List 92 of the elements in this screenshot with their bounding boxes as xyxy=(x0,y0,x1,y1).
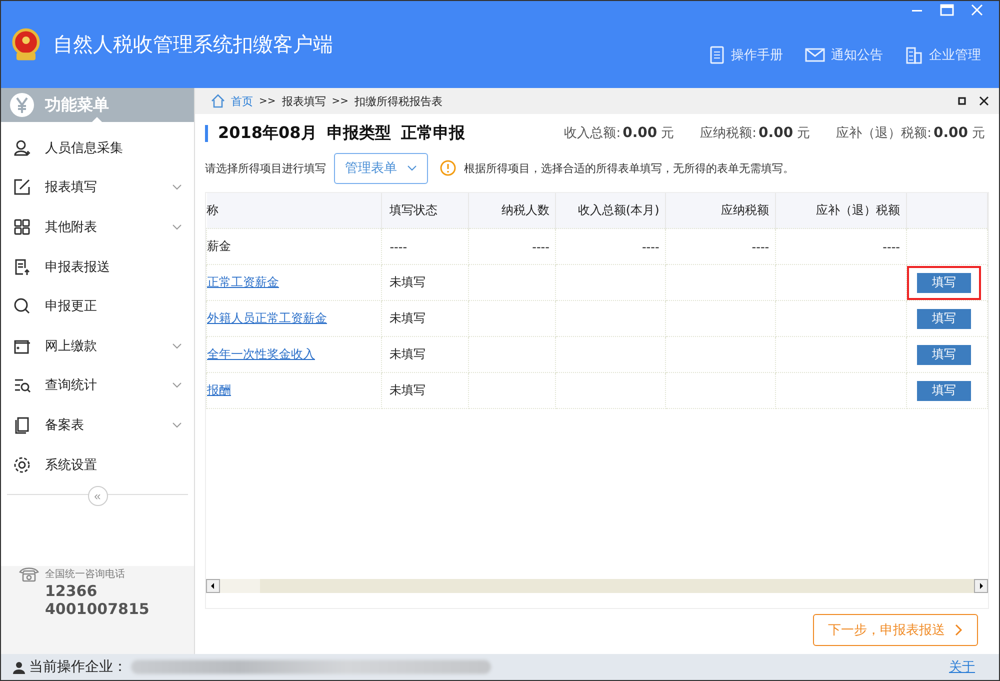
table-cell: 未填写 xyxy=(390,311,426,325)
maximize-icon[interactable] xyxy=(939,3,955,17)
user-icon xyxy=(13,660,25,674)
scroll-thumb[interactable] xyxy=(220,579,260,593)
column-header: 收入总额(本月) xyxy=(556,193,666,228)
document-icon xyxy=(13,258,31,276)
header-link[interactable]: 企业管理 xyxy=(929,46,981,64)
collapse-button[interactable]: « xyxy=(88,486,108,506)
form-link[interactable]: 正常工资薪金 xyxy=(207,275,279,289)
sidebar-item[interactable]: 申报更正 xyxy=(1,286,194,326)
fill-button[interactable]: 填写 xyxy=(917,308,971,328)
sidebar-title: 功能菜单 xyxy=(45,94,109,116)
phone-number: 12366 xyxy=(44,582,98,600)
form-dropdown[interactable]: 管理表单 xyxy=(334,152,428,184)
chevron-down-icon xyxy=(172,342,182,349)
next-step-button[interactable]: 下一步，申报表报送 xyxy=(813,614,978,646)
copy-icon xyxy=(13,416,31,434)
sidebar-item[interactable]: 查询统计 xyxy=(1,366,194,406)
sidebar-item[interactable]: 人员信息采集 xyxy=(1,128,194,168)
breadcrumb-link[interactable]: 首页 xyxy=(231,94,253,108)
total-label: 收入总额: xyxy=(564,125,621,142)
search-icon xyxy=(13,297,31,316)
chevron-down-icon xyxy=(172,224,182,230)
warning-icon xyxy=(440,160,456,176)
close-icon[interactable] xyxy=(979,96,989,106)
window-title: 自然人税收管理系统扣缴客户端 xyxy=(53,31,333,58)
sidebar-item[interactable]: 其他附表 xyxy=(1,207,194,247)
chevron-down-icon xyxy=(172,184,182,190)
total-value: 0.00 xyxy=(622,125,658,141)
grid-icon xyxy=(13,218,31,236)
column-header: 应补（退）税额 xyxy=(776,193,906,228)
chevron-down-icon xyxy=(172,382,182,388)
breadcrumb-item: 报表填写 xyxy=(282,94,326,108)
chevron-down-icon xyxy=(407,165,417,171)
total-value: 0.00 xyxy=(933,125,968,141)
type-label: 申报类型 xyxy=(326,122,391,144)
table-cell: ---- xyxy=(390,240,408,254)
fill-button[interactable]: 填写 xyxy=(917,272,971,292)
hotline-label: 全国统一咨询电话 xyxy=(45,568,125,581)
period-title: 2018年08月 xyxy=(218,122,317,144)
chevron-down-icon xyxy=(172,422,182,428)
column-header: 纳税人数 xyxy=(468,193,556,228)
scroll-right-icon[interactable] xyxy=(974,579,988,593)
yen-icon xyxy=(9,92,35,118)
total-unit: 元 xyxy=(661,125,674,142)
table-cell: ---- xyxy=(642,240,660,254)
header-link[interactable]: 通知公告 xyxy=(831,46,883,64)
total-unit: 元 xyxy=(972,125,985,142)
edit-icon xyxy=(13,178,31,196)
gear-icon xyxy=(13,456,31,474)
type-value: 正常申报 xyxy=(400,122,465,144)
document-icon xyxy=(709,46,725,64)
table-cell: ---- xyxy=(882,240,900,254)
horizontal-scrollbar[interactable] xyxy=(206,578,988,594)
table-cell: 未填写 xyxy=(390,275,426,289)
phone-number: 4001007815 xyxy=(44,600,150,618)
fill-button[interactable]: 填写 xyxy=(917,344,971,364)
sidebar-item[interactable]: 系统设置 xyxy=(1,444,194,484)
company-label: 当前操作企业： xyxy=(29,658,127,676)
chevron-right-icon xyxy=(955,624,963,636)
header-link[interactable]: 操作手册 xyxy=(731,46,783,64)
total-label: 应补（退）税额: xyxy=(836,125,932,142)
column-header: 填写状态 xyxy=(381,193,468,228)
total-unit: 元 xyxy=(797,125,810,142)
column-header: 称 xyxy=(206,193,382,228)
breadcrumb-separator: >> xyxy=(332,96,349,106)
envelope-icon xyxy=(805,47,825,63)
column-header: 应纳税额 xyxy=(666,193,776,228)
sidebar-item[interactable]: 报表填写 xyxy=(1,168,194,208)
telephone-icon xyxy=(19,566,39,582)
filter-label: 请选择所得项目进行填写 xyxy=(205,160,326,176)
about-link[interactable]: 关于 xyxy=(949,658,975,676)
restore-icon[interactable] xyxy=(957,96,967,106)
scroll-left-icon[interactable] xyxy=(206,579,220,593)
breadcrumb-item: 扣缴所得税报告表 xyxy=(354,94,443,108)
form-link[interactable]: 报酬 xyxy=(207,383,231,397)
notice-text: 根据所得项目，选择合适的所得表单填写，无所得的表单无需填写。 xyxy=(464,160,794,176)
building-icon xyxy=(905,46,923,64)
table-cell: 未填写 xyxy=(390,383,426,397)
home-icon[interactable] xyxy=(211,94,225,108)
table-cell: 薪金 xyxy=(207,239,231,253)
sidebar-item[interactable]: 申报表报送 xyxy=(1,246,194,286)
sidebar-item[interactable]: 网上缴款 xyxy=(1,326,194,366)
breadcrumb-separator: >> xyxy=(259,96,276,106)
table-cell: ---- xyxy=(752,240,770,254)
total-value: 0.00 xyxy=(758,125,794,141)
total-label: 应纳税额: xyxy=(700,125,757,142)
person-icon xyxy=(13,138,31,157)
sidebar-item[interactable]: 备案表 xyxy=(1,405,194,445)
table-cell: 未填写 xyxy=(390,347,426,361)
fill-button[interactable]: 填写 xyxy=(917,380,971,400)
table-cell: ---- xyxy=(532,240,550,254)
